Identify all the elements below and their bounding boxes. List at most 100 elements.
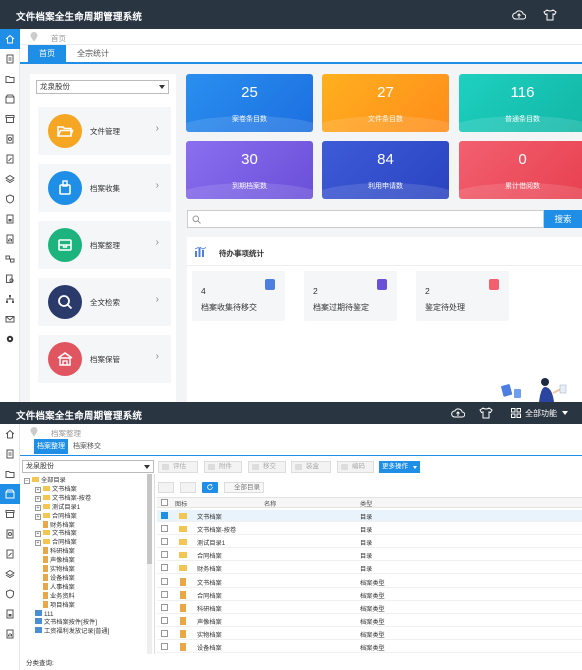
tab-archive-transfer[interactable]: 档案移交 bbox=[70, 439, 104, 454]
collapse-icon[interactable]: − bbox=[24, 478, 30, 484]
expand-icon[interactable]: + bbox=[35, 513, 41, 520]
table-row[interactable]: 设备档案 档案类型 bbox=[157, 641, 582, 653]
expand-icon[interactable]: + bbox=[35, 486, 41, 493]
tree-node[interactable]: 人事档案 bbox=[35, 582, 75, 592]
table-row[interactable]: 文书档案-按卷 目录 bbox=[157, 523, 582, 536]
tree-node[interactable]: + 合同档案 bbox=[35, 538, 77, 547]
search-button[interactable]: 搜索 bbox=[544, 210, 582, 228]
refresh-icon[interactable] bbox=[202, 482, 218, 493]
tab-fonds-stats[interactable]: 全宗统计 bbox=[70, 45, 116, 62]
table-row[interactable]: 合同档案 档案类型 bbox=[157, 589, 582, 601]
stat-card[interactable]: 30 到期档案数 bbox=[186, 141, 313, 199]
stat-card[interactable]: 84 利用申请数 bbox=[322, 141, 449, 199]
todo-card-appraisal[interactable]: 2 鉴定待处理 bbox=[416, 271, 509, 321]
nav-folder-icon[interactable] bbox=[0, 69, 20, 89]
company-select[interactable]: 龙泉股份 bbox=[36, 80, 169, 94]
select-all-checkbox[interactable] bbox=[161, 499, 168, 506]
row-checkbox[interactable] bbox=[161, 616, 168, 624]
nav-archive-icon[interactable] bbox=[0, 109, 20, 129]
tree-node[interactable]: + 合同档案 bbox=[35, 512, 77, 521]
nav-file-chart-icon[interactable] bbox=[0, 229, 20, 249]
row-checkbox[interactable] bbox=[161, 512, 168, 519]
shirt-icon[interactable] bbox=[543, 9, 557, 21]
todo-card-expired[interactable]: 2 档案过期待鉴定 bbox=[304, 271, 397, 321]
module-fulltext-search[interactable]: 全文检索 › bbox=[38, 278, 171, 326]
cloud-upload-icon[interactable] bbox=[451, 407, 465, 419]
tree-node[interactable]: 声像档案 bbox=[35, 556, 75, 565]
box-button[interactable]: 装盒 bbox=[291, 461, 331, 473]
stat-card[interactable]: 27 文件条目数 bbox=[322, 74, 449, 132]
search-input[interactable] bbox=[187, 210, 544, 228]
expand-icon[interactable]: + bbox=[35, 531, 41, 538]
module-file-management[interactable]: 文件管理 › bbox=[38, 107, 171, 155]
grid-menu-icon[interactable] bbox=[511, 407, 521, 419]
nav-box-icon[interactable] bbox=[0, 89, 20, 109]
tree-scrollbar[interactable] bbox=[147, 474, 152, 654]
tree-node[interactable]: + 文书档案 bbox=[35, 485, 77, 494]
table-row[interactable]: 财务档案 目录 bbox=[157, 562, 582, 575]
cloud-upload-icon[interactable] bbox=[512, 9, 526, 21]
todo-card-collect[interactable]: 4 档案收集待移交 bbox=[192, 271, 285, 321]
tree-node[interactable]: 科研档案 bbox=[35, 547, 75, 556]
table-row[interactable]: 测试目录1 目录 bbox=[157, 536, 582, 549]
table-row[interactable]: 文书档案 档案类型 bbox=[157, 576, 582, 588]
tree-node[interactable]: + 文书档案-按卷 bbox=[35, 494, 91, 503]
tree-node[interactable]: 文书档案按件[按件] bbox=[35, 618, 97, 627]
row-checkbox[interactable] bbox=[161, 643, 168, 650]
module-archive-collect[interactable]: 档案收集 › bbox=[38, 164, 171, 212]
table-row[interactable]: 科研档案 档案类型 bbox=[157, 602, 582, 614]
nav-archive-icon[interactable] bbox=[0, 504, 20, 524]
more-actions-button[interactable]: 更多操作 bbox=[379, 461, 420, 473]
nav-home-icon[interactable] bbox=[0, 424, 20, 444]
all-functions-menu[interactable]: 全部功能 bbox=[525, 408, 557, 419]
stat-card[interactable]: 0 累计借阅数 bbox=[459, 141, 582, 199]
nav-box-icon[interactable] bbox=[0, 484, 20, 504]
tab-home[interactable]: 首页 bbox=[28, 45, 66, 62]
table-row[interactable]: 文书档案 目录 bbox=[157, 510, 582, 522]
nav-shield-icon[interactable] bbox=[0, 584, 20, 604]
expand-icon[interactable]: + bbox=[35, 495, 41, 502]
tree-node[interactable]: 工资福利发放记录[普通] bbox=[35, 627, 109, 636]
row-checkbox[interactable] bbox=[161, 564, 168, 572]
forward-button[interactable] bbox=[180, 482, 196, 493]
table-row[interactable]: 声像档案 档案类型 bbox=[157, 615, 582, 627]
nav-org-chart-icon[interactable] bbox=[0, 289, 20, 309]
row-checkbox[interactable] bbox=[161, 538, 168, 546]
nav-mail-icon[interactable] bbox=[0, 309, 20, 329]
stat-card[interactable]: 25 案卷条目数 bbox=[186, 74, 313, 132]
nav-search-file-icon[interactable] bbox=[0, 269, 20, 289]
nav-shield-icon[interactable] bbox=[0, 189, 20, 209]
nav-settings-icon[interactable] bbox=[0, 329, 20, 349]
shirt-icon[interactable] bbox=[479, 407, 493, 419]
tree-node[interactable]: 项目档案 bbox=[35, 600, 75, 610]
back-button[interactable] bbox=[158, 482, 174, 493]
tree-node[interactable]: 实物档案 bbox=[35, 565, 75, 574]
tab-archive-organize[interactable]: 档案整理 bbox=[34, 439, 68, 454]
nav-layers-icon[interactable] bbox=[0, 564, 20, 584]
tree-node[interactable]: + 测试目录1 bbox=[35, 503, 80, 512]
row-checkbox[interactable] bbox=[161, 525, 168, 533]
expand-icon[interactable]: + bbox=[35, 504, 41, 511]
nav-document-icon[interactable] bbox=[0, 444, 20, 464]
row-checkbox[interactable] bbox=[161, 590, 168, 598]
tree-node[interactable]: 111 bbox=[35, 609, 53, 619]
nav-layers-icon[interactable] bbox=[0, 169, 20, 189]
expand-icon[interactable]: + bbox=[35, 540, 41, 547]
table-row[interactable]: 合同档案 目录 bbox=[157, 549, 582, 562]
nav-file-lock-icon[interactable] bbox=[0, 604, 20, 624]
row-checkbox[interactable] bbox=[161, 603, 168, 611]
nav-file-chart-icon[interactable] bbox=[0, 624, 20, 644]
nav-file-search-icon[interactable] bbox=[0, 129, 20, 149]
row-checkbox[interactable] bbox=[161, 577, 168, 585]
evaluate-button[interactable]: 评估 bbox=[158, 461, 198, 473]
nav-file-search-icon[interactable] bbox=[0, 524, 20, 544]
module-archive-organize[interactable]: 档案整理 › bbox=[38, 221, 171, 269]
tree-node[interactable]: − 全部目录 bbox=[24, 476, 66, 485]
nav-file-edit-icon[interactable] bbox=[0, 149, 20, 169]
stat-card[interactable]: 116 普通条目数 bbox=[459, 74, 582, 132]
tree-node[interactable]: 财务档案 bbox=[35, 520, 75, 530]
nav-document-icon[interactable] bbox=[0, 49, 20, 69]
row-checkbox[interactable] bbox=[161, 629, 168, 637]
nav-file-edit-icon[interactable] bbox=[0, 544, 20, 564]
nav-home-icon[interactable] bbox=[0, 29, 20, 49]
